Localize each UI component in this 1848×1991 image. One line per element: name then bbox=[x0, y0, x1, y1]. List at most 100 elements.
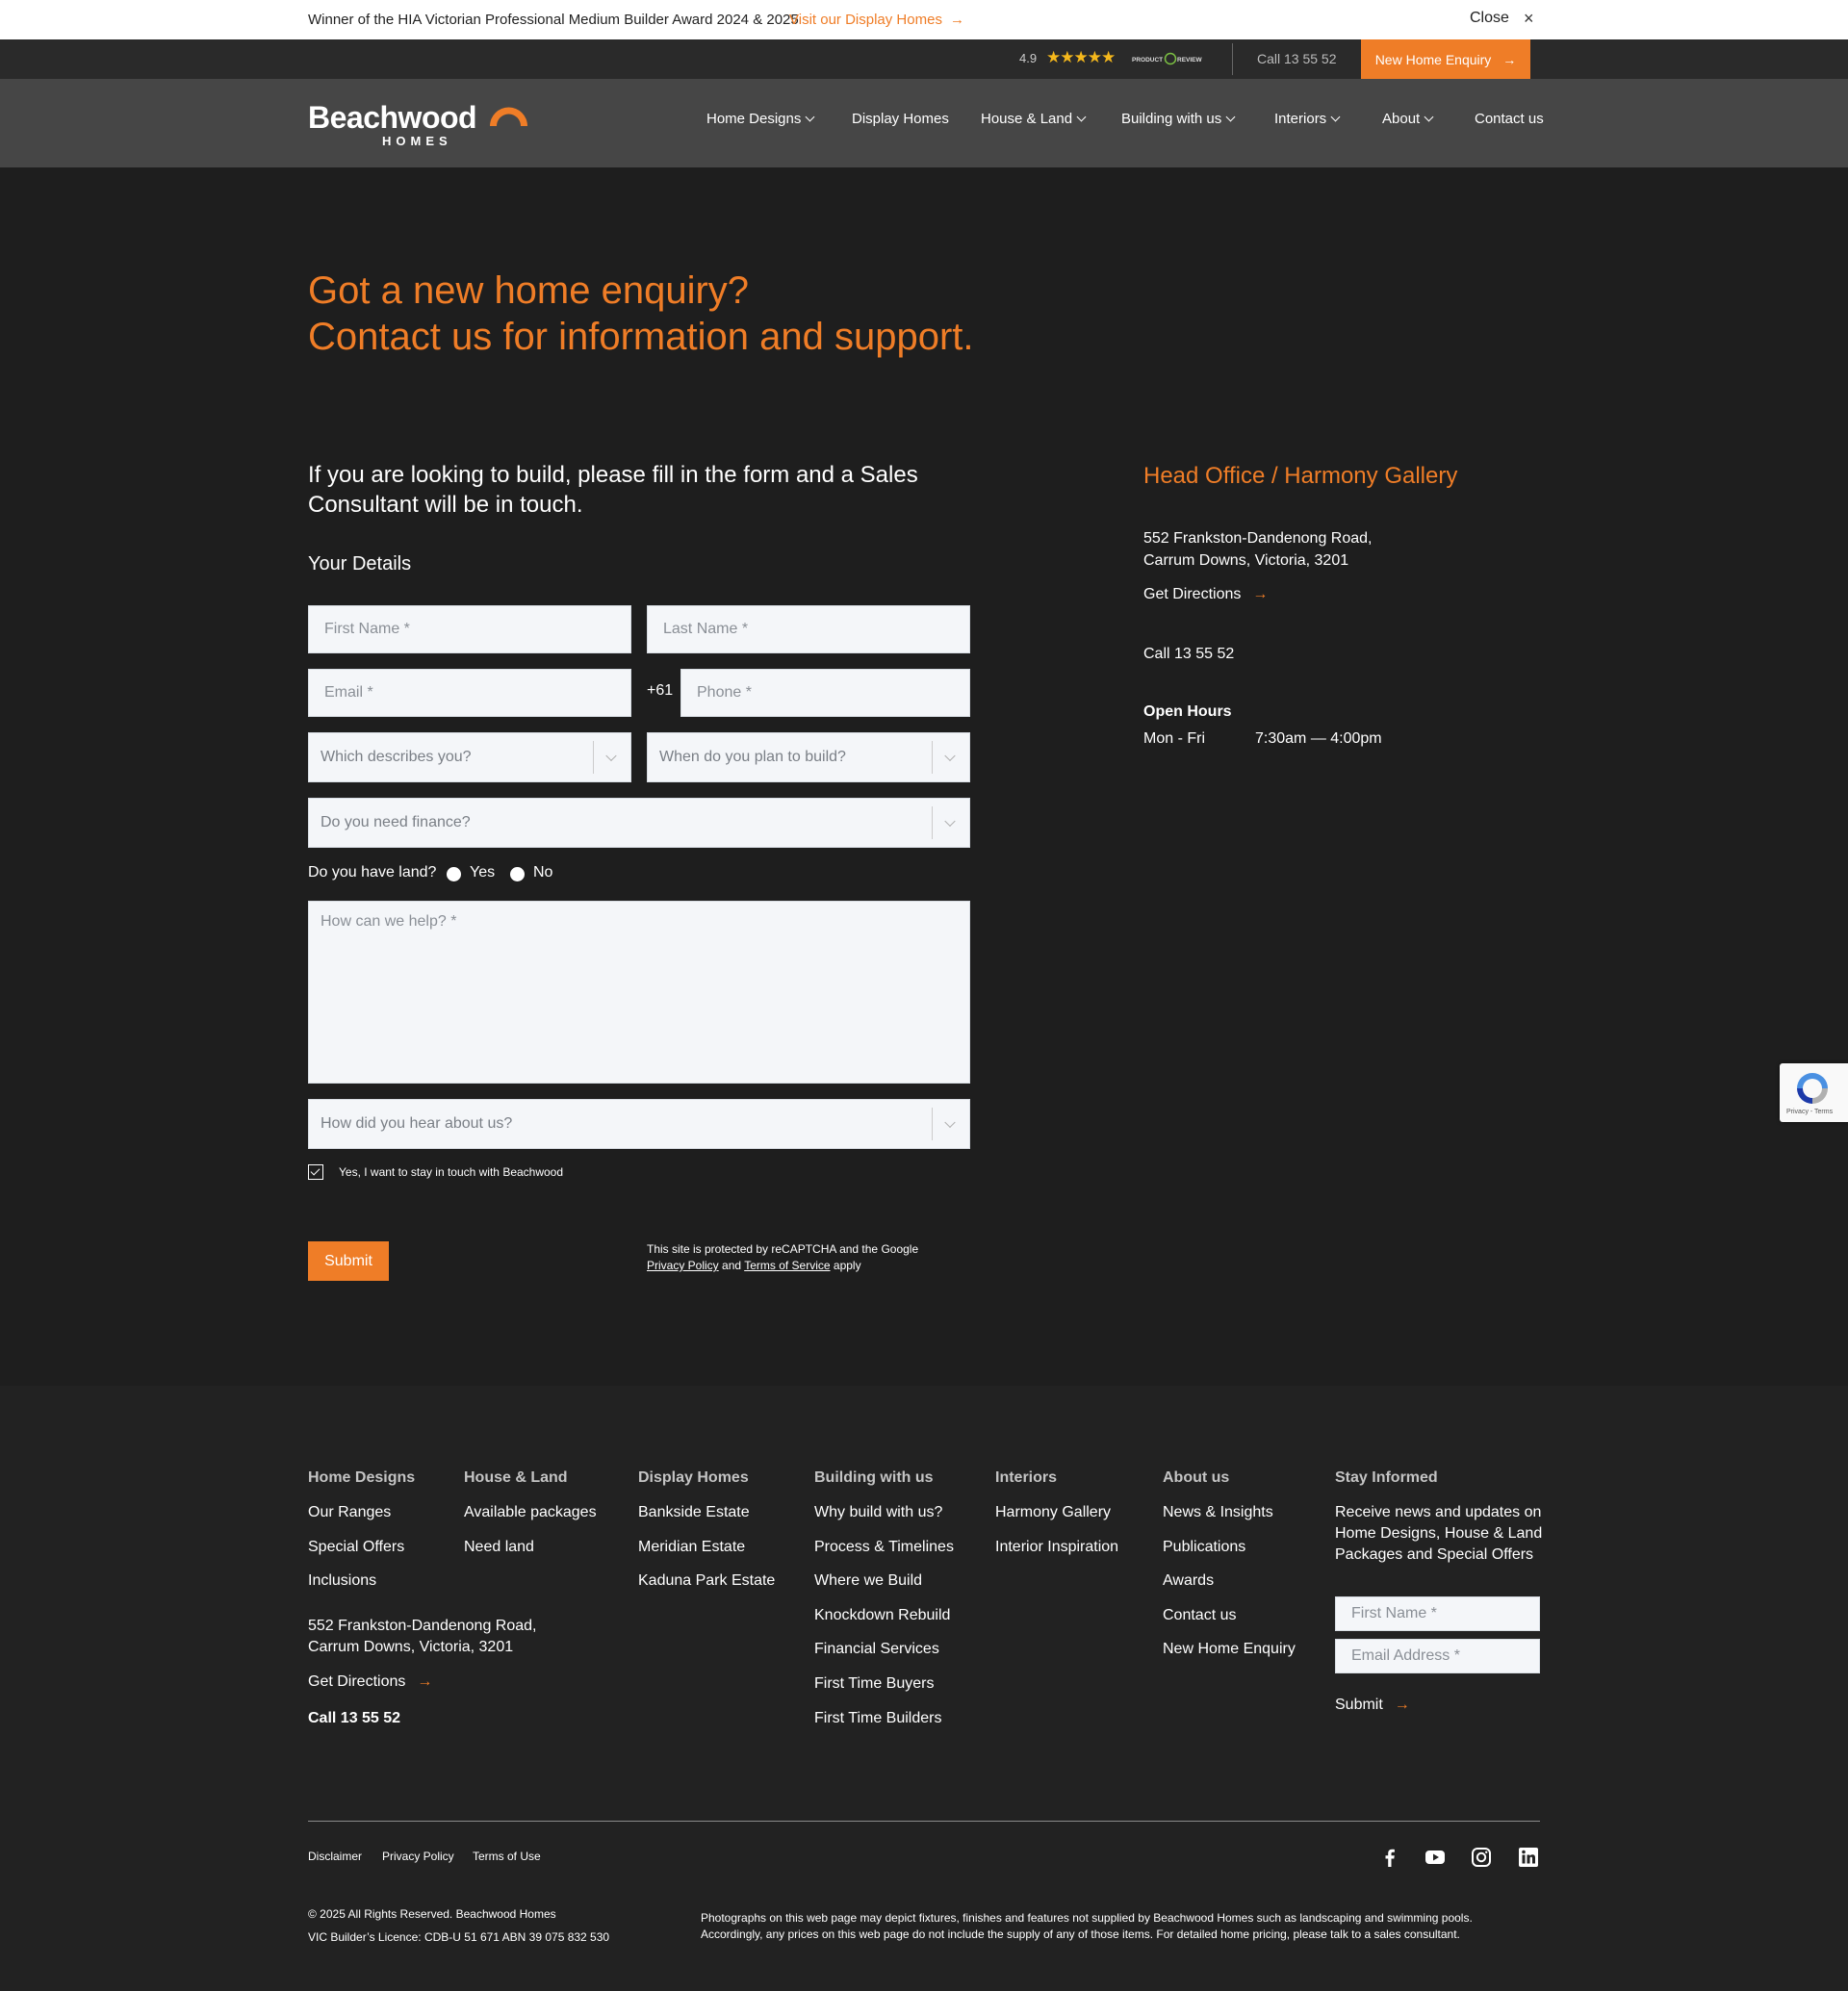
footer-get-directions-link[interactable]: Get Directions → bbox=[308, 1673, 432, 1691]
facebook-icon[interactable] bbox=[1379, 1847, 1400, 1868]
footer-link[interactable]: Our Ranges bbox=[308, 1504, 391, 1521]
nav-contact-us[interactable]: Contact us bbox=[1475, 111, 1544, 127]
stay-informed-text: Packages and Special Offers bbox=[1335, 1546, 1534, 1563]
footer-address-line-1: 552 Frankston-Dandenong Road, bbox=[308, 1618, 537, 1634]
office-title: Head Office / Harmony Gallery bbox=[1143, 463, 1458, 489]
stay-in-touch-label[interactable]: Yes, I want to stay in touch with Beachw… bbox=[339, 1165, 563, 1179]
nav-building-with-us[interactable]: Building with us bbox=[1121, 111, 1236, 127]
footer-link[interactable]: New Home Enquiry bbox=[1163, 1641, 1296, 1658]
utility-call-link[interactable]: Call 13 55 52 bbox=[1257, 51, 1337, 66]
nav-label: Building with us bbox=[1121, 111, 1222, 127]
land-yes-radio[interactable] bbox=[447, 867, 461, 881]
footer-call-link[interactable]: Call 13 55 52 bbox=[308, 1710, 400, 1727]
footer-heading-interiors[interactable]: Interiors bbox=[995, 1469, 1057, 1487]
logo-subtitle: HOMES bbox=[382, 134, 452, 148]
nav-about[interactable]: About bbox=[1382, 111, 1434, 127]
how-can-we-help-placeholder: How can we help? * bbox=[321, 913, 457, 930]
need-finance-select[interactable]: Do you need finance? bbox=[308, 798, 970, 848]
product-review-logo[interactable]: PRODUCT REVIEW bbox=[1132, 52, 1209, 65]
chevron-down-icon bbox=[944, 815, 956, 828]
plan-to-build-select[interactable]: When do you plan to build? bbox=[647, 732, 970, 782]
footer-heading-stay-informed: Stay Informed bbox=[1335, 1469, 1438, 1486]
footer-link[interactable]: First Time Buyers bbox=[814, 1675, 934, 1693]
visit-display-homes-link[interactable]: Visit our Display Homes → bbox=[789, 12, 964, 28]
office-address-line-1: 552 Frankston-Dandenong Road, bbox=[1143, 530, 1373, 547]
newsletter-email-field[interactable]: Email Address * bbox=[1335, 1639, 1540, 1673]
stay-informed-text: Receive news and updates on bbox=[1335, 1504, 1542, 1520]
footer-link[interactable]: Financial Services bbox=[814, 1641, 939, 1658]
hear-about-us-select[interactable]: How did you hear about us? bbox=[308, 1099, 970, 1149]
footer-heading-building-with-us[interactable]: Building with us bbox=[814, 1469, 934, 1487]
recaptcha-and: and bbox=[722, 1259, 742, 1272]
nav-home-designs[interactable]: Home Designs bbox=[706, 111, 815, 127]
nav-house-land[interactable]: House & Land bbox=[981, 111, 1087, 127]
privacy-policy-link[interactable]: Privacy Policy bbox=[382, 1850, 454, 1863]
first-name-field[interactable]: First Name * bbox=[308, 605, 631, 653]
announcement-bar: Winner of the HIA Victorian Professional… bbox=[0, 0, 1848, 39]
office-call-link[interactable]: Call 13 55 52 bbox=[1143, 646, 1234, 663]
phone-placeholder: Phone * bbox=[697, 684, 752, 701]
footer-link[interactable]: Available packages bbox=[464, 1504, 597, 1521]
stay-in-touch-checkbox[interactable] bbox=[308, 1164, 323, 1180]
chevron-down-icon bbox=[944, 750, 956, 762]
footer-link[interactable]: Interior Inspiration bbox=[995, 1539, 1118, 1556]
newsletter-submit-button[interactable]: Submit → bbox=[1335, 1697, 1410, 1714]
footer-heading-display-homes[interactable]: Display Homes bbox=[638, 1469, 749, 1487]
chevron-down-icon bbox=[805, 112, 815, 122]
phone-field[interactable]: Phone * bbox=[680, 669, 970, 717]
linkedin-icon[interactable] bbox=[1518, 1847, 1539, 1868]
get-directions-label: Get Directions bbox=[1143, 586, 1242, 602]
office-get-directions-link[interactable]: Get Directions → bbox=[1143, 586, 1268, 603]
footer-link[interactable]: Kaduna Park Estate bbox=[638, 1572, 775, 1590]
open-hours-times: 7:30am — 4:00pm bbox=[1255, 730, 1382, 747]
submit-button[interactable]: Submit bbox=[308, 1241, 389, 1281]
new-home-enquiry-button[interactable]: New Home Enquiry → bbox=[1361, 39, 1530, 79]
footer-link[interactable]: Process & Timelines bbox=[814, 1539, 954, 1556]
newsletter-first-name-field[interactable]: First Name * bbox=[1335, 1596, 1540, 1631]
close-icon[interactable]: × bbox=[1524, 9, 1534, 29]
footer-link[interactable]: Bankside Estate bbox=[638, 1504, 750, 1521]
recaptcha-badge[interactable]: Privacy - Terms bbox=[1780, 1063, 1848, 1122]
plan-to-build-placeholder: When do you plan to build? bbox=[659, 749, 846, 765]
how-can-we-help-textarea[interactable]: How can we help? * bbox=[308, 901, 970, 1084]
utility-bar: 4.9 ★★★★★ PRODUCT REVIEW Call 13 55 52 bbox=[0, 39, 1848, 79]
footer-link[interactable]: Publications bbox=[1163, 1539, 1245, 1556]
land-no-radio[interactable] bbox=[510, 867, 525, 881]
footer-link[interactable]: Why build with us? bbox=[814, 1504, 942, 1521]
email-field[interactable]: Email * bbox=[308, 669, 631, 717]
footer-heading-home-designs[interactable]: Home Designs bbox=[308, 1469, 415, 1487]
footer-link[interactable]: Need land bbox=[464, 1539, 534, 1556]
footer-heading-about-us[interactable]: About us bbox=[1163, 1469, 1229, 1487]
footer-link[interactable]: Special Offers bbox=[308, 1539, 404, 1556]
footer-link[interactable]: Where we Build bbox=[814, 1572, 922, 1590]
recaptcha-badge-links[interactable]: Privacy - Terms bbox=[1786, 1109, 1833, 1115]
footer-link[interactable]: First Time Builders bbox=[814, 1710, 941, 1727]
footer-link[interactable]: Knockdown Rebuild bbox=[814, 1607, 950, 1624]
footer-heading-house-land[interactable]: House & Land bbox=[464, 1469, 568, 1487]
footer-link[interactable]: Harmony Gallery bbox=[995, 1504, 1111, 1521]
footer-link[interactable]: Contact us bbox=[1163, 1607, 1236, 1624]
terms-of-service-link[interactable]: Terms of Service bbox=[744, 1259, 830, 1272]
nav-label: House & Land bbox=[981, 111, 1073, 127]
footer-link[interactable]: News & Insights bbox=[1163, 1504, 1273, 1521]
land-yes-label[interactable]: Yes bbox=[470, 864, 495, 881]
new-home-enquiry-label: New Home Enquiry bbox=[1374, 51, 1492, 67]
visit-display-homes-label: Visit our Display Homes bbox=[789, 12, 942, 28]
rating-value: 4.9 bbox=[1019, 51, 1038, 65]
footer-link[interactable]: Awards bbox=[1163, 1572, 1214, 1590]
nav-display-homes[interactable]: Display Homes bbox=[852, 111, 949, 127]
disclaimer-link[interactable]: Disclaimer bbox=[308, 1850, 362, 1863]
land-no-label[interactable]: No bbox=[533, 864, 552, 881]
footer-link[interactable]: Meridian Estate bbox=[638, 1539, 745, 1556]
privacy-policy-link[interactable]: Privacy Policy bbox=[647, 1259, 719, 1272]
describes-you-select[interactable]: Which describes you? bbox=[308, 732, 631, 782]
nav-interiors[interactable]: Interiors bbox=[1274, 111, 1341, 127]
terms-of-use-link[interactable]: Terms of Use bbox=[473, 1850, 541, 1863]
chevron-down-icon bbox=[605, 750, 617, 762]
hear-about-us-placeholder: How did you hear about us? bbox=[321, 1115, 513, 1132]
instagram-icon[interactable] bbox=[1471, 1847, 1492, 1868]
last-name-field[interactable]: Last Name * bbox=[647, 605, 970, 653]
close-announcement-button[interactable]: Close bbox=[1470, 10, 1509, 27]
footer-link[interactable]: Inclusions bbox=[308, 1572, 376, 1590]
youtube-icon[interactable] bbox=[1424, 1847, 1446, 1868]
